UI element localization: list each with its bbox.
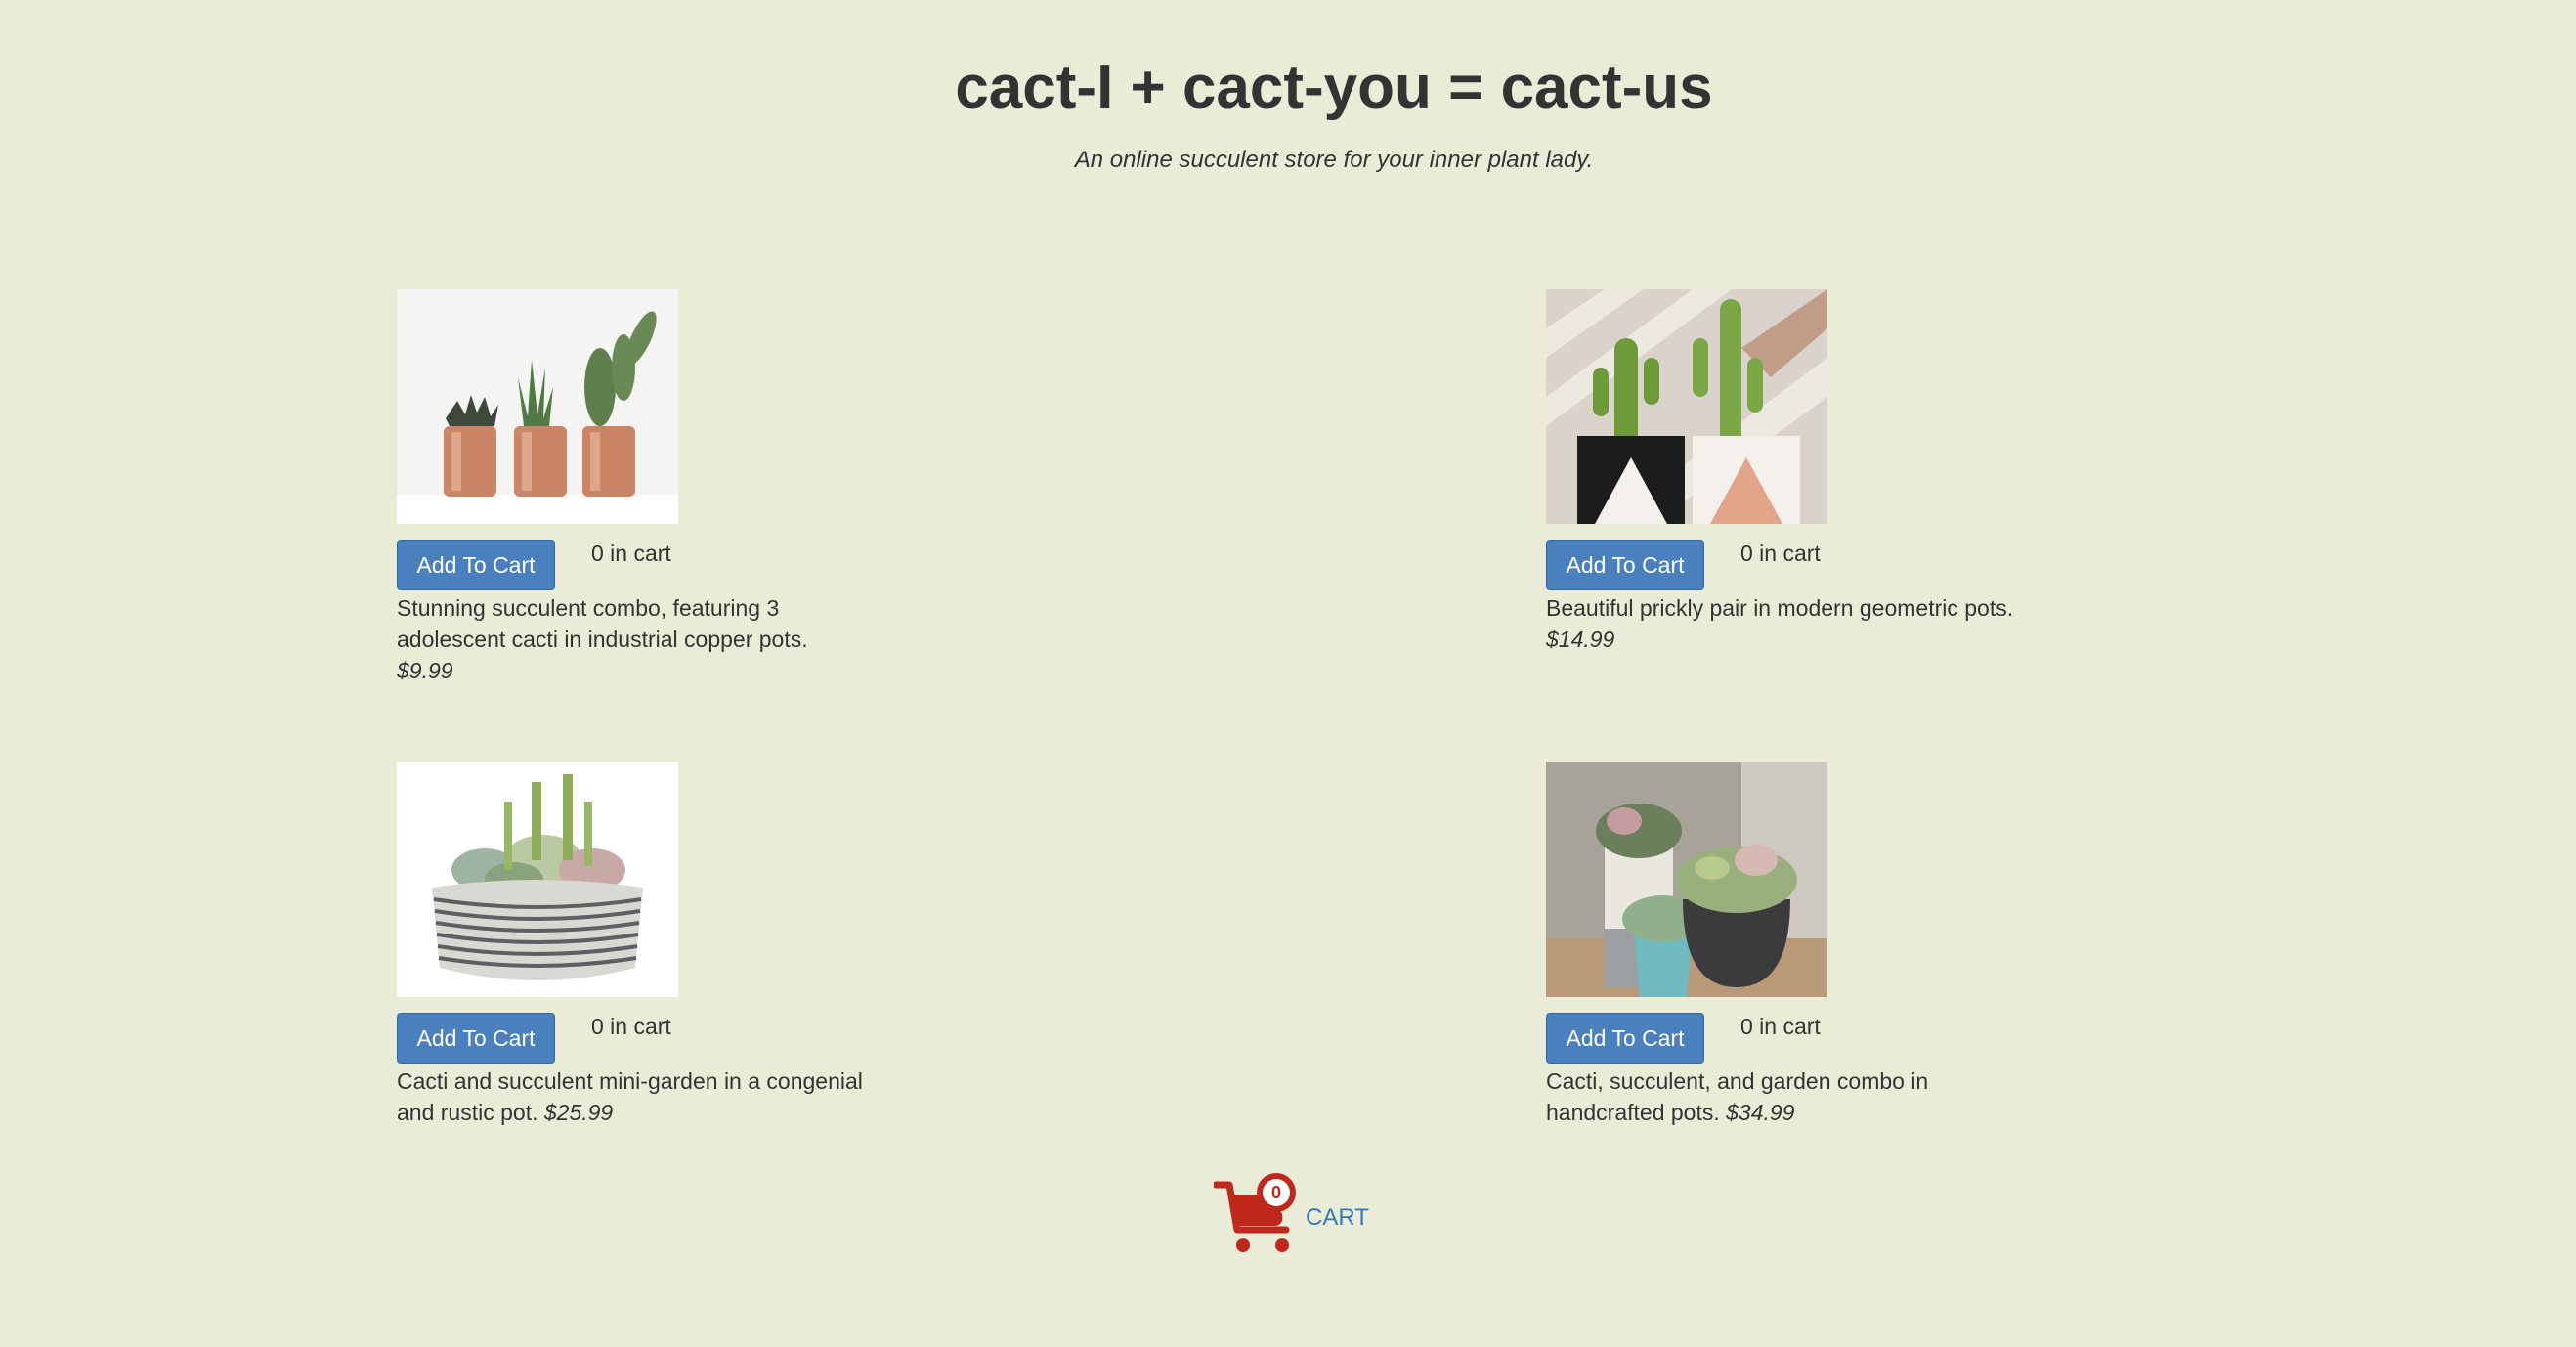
- mini-garden-bowl-image: [397, 762, 678, 997]
- in-cart-count: 0 in cart: [591, 1014, 671, 1039]
- cart-label[interactable]: CART: [1306, 1198, 1369, 1232]
- geometric-pots-cacti-image: [1546, 289, 1827, 524]
- add-to-cart-button[interactable]: Add To Cart: [1546, 540, 1704, 590]
- product-card: Add To Cart 0 in cart Beautiful prickly …: [1546, 289, 2054, 655]
- product-card: Add To Cart 0 in cart Cacti, succulent, …: [1546, 762, 2054, 1128]
- product-description-text: Beautiful prickly pair in modern geometr…: [1546, 595, 2014, 621]
- in-cart-count: 0 in cart: [1740, 541, 1821, 566]
- product-description: Cacti, succulent, and garden combo in ha…: [1546, 1065, 2035, 1128]
- product-description: Cacti and succulent mini-garden in a con…: [397, 1065, 885, 1128]
- product-price: $25.99: [543, 1100, 614, 1125]
- in-cart-count: 0 in cart: [591, 541, 671, 566]
- product-card: Add To Cart 0 in cart Stunning succulent…: [397, 289, 905, 686]
- copper-pots-cacti-image: [397, 289, 678, 524]
- product-price: $9.99: [397, 658, 453, 683]
- product-price: $14.99: [1546, 627, 1615, 652]
- product-card: Add To Cart 0 in cart Cacti and succulen…: [397, 762, 905, 1128]
- product-description-text: Stunning succulent combo, featuring 3 ad…: [397, 595, 808, 652]
- page-subtitle: An online succulent store for your inner…: [1074, 147, 1594, 173]
- page-header: cact-I + cact-you = cact-us An online su…: [0, 49, 2576, 174]
- cart-count-badge: 0: [1270, 1183, 1281, 1202]
- add-to-cart-button[interactable]: Add To Cart: [1546, 1013, 1704, 1064]
- product-description: Beautiful prickly pair in modern geometr…: [1546, 592, 2035, 655]
- product-description: Stunning succulent combo, featuring 3 ad…: [397, 592, 885, 686]
- shopping-cart-icon[interactable]: 0: [1214, 1171, 1306, 1259]
- in-cart-count: 0 in cart: [1740, 1014, 1821, 1039]
- add-to-cart-button[interactable]: Add To Cart: [397, 540, 555, 590]
- cart-link[interactable]: 0 CART: [1214, 1171, 1369, 1259]
- handcrafted-pots-succulents-image: [1546, 762, 1827, 997]
- product-price: $34.99: [1726, 1100, 1795, 1125]
- page-title: cact-I + cact-you = cact-us: [955, 54, 1713, 121]
- add-to-cart-button[interactable]: Add To Cart: [397, 1013, 555, 1064]
- product-description-text: Cacti and succulent mini-garden in a con…: [397, 1068, 863, 1125]
